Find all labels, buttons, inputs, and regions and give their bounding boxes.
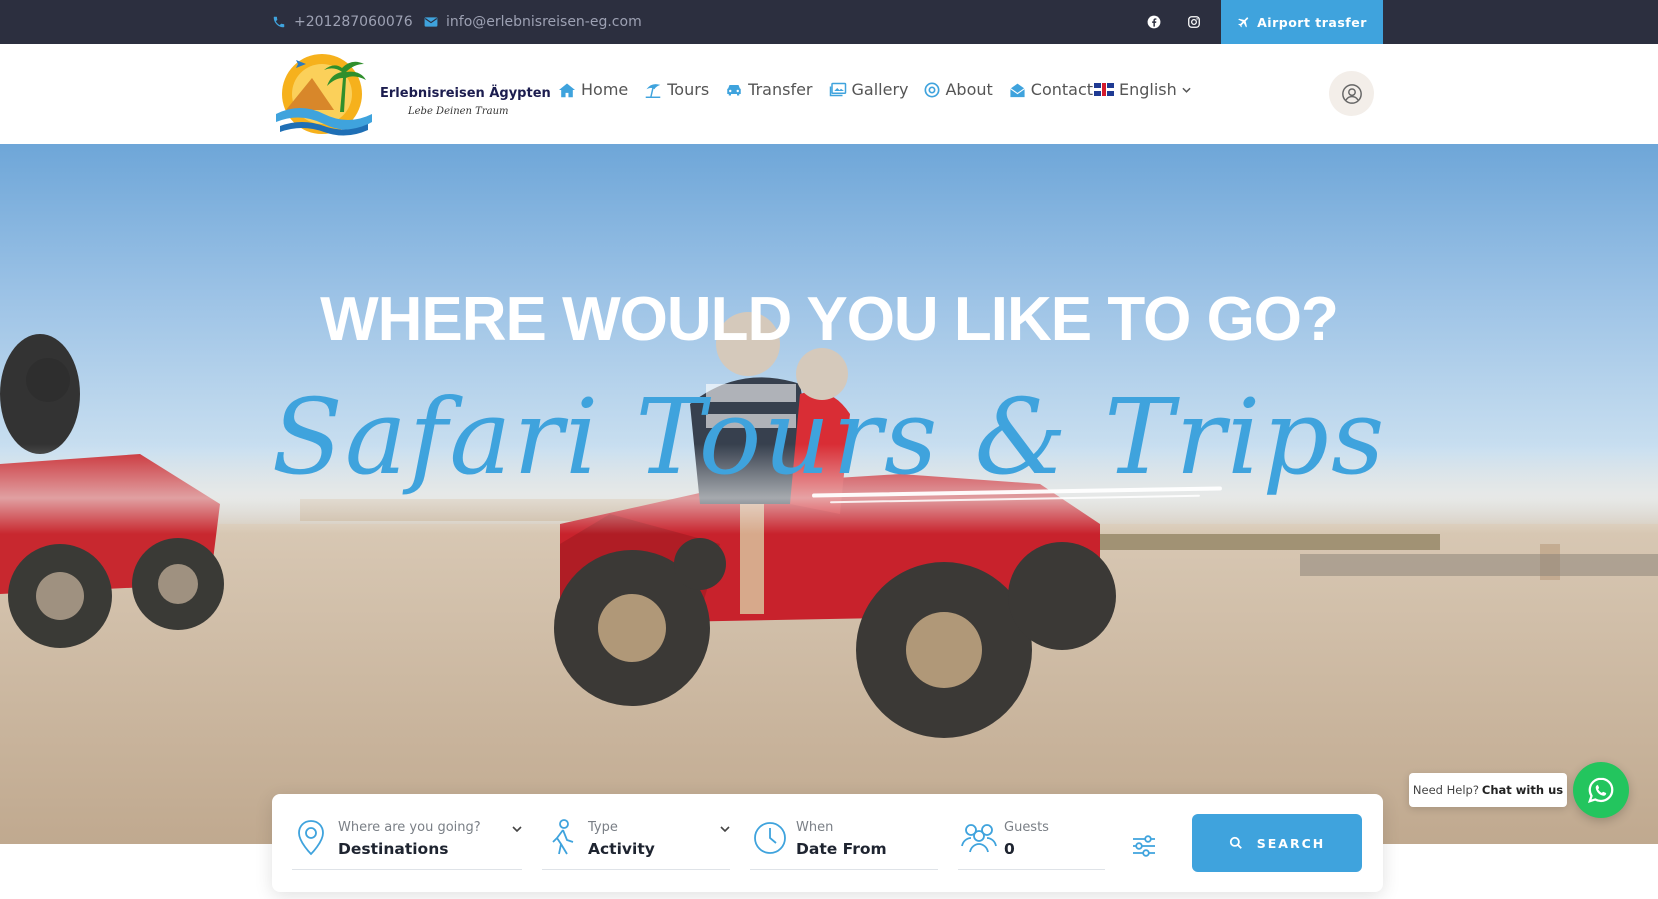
language-selector[interactable]: English (1094, 80, 1191, 99)
hero-banner: WHERE WOULD YOU LIKE TO GO? Safari Tours… (0, 144, 1658, 844)
hiker-icon (552, 819, 574, 855)
umbrella-icon (645, 83, 661, 98)
search-button-label: SEARCH (1256, 835, 1326, 851)
facebook-link[interactable] (1144, 12, 1164, 32)
nav-about[interactable]: About (924, 80, 993, 99)
logo-tagline: Lebe Deinen Traum (408, 106, 509, 117)
type-select[interactable]: Type Activity (542, 814, 730, 870)
whatsapp-icon (1587, 777, 1614, 804)
airport-transfer-button[interactable]: Airport trasfer (1221, 0, 1383, 44)
instagram-link[interactable] (1184, 12, 1204, 32)
nav-contact[interactable]: Contact (1009, 80, 1093, 99)
date-picker[interactable]: When Date From (750, 814, 938, 870)
logo-brand-text: Erlebnisreisen Ägypten (380, 86, 551, 101)
nav-transfer-label: Transfer (748, 80, 813, 99)
when-value: Date From (796, 840, 887, 858)
guests-field[interactable]: Guests 0 (958, 814, 1105, 870)
hero-script-title: Safari Tours & Trips (271, 376, 1387, 498)
guests-label: Guests (1004, 820, 1049, 835)
envelope-icon (424, 17, 438, 27)
advanced-filter-button[interactable] (1130, 832, 1158, 860)
user-account-button[interactable] (1329, 71, 1374, 116)
when-label: When (796, 820, 834, 835)
nav-tours-label: Tours (667, 80, 710, 99)
nav-home[interactable]: Home (558, 80, 628, 99)
email-link[interactable]: info@erlebnisreisen-eg.com (424, 12, 642, 32)
nav-about-label: About (945, 80, 993, 99)
nav-gallery[interactable]: Gallery (829, 80, 909, 99)
email-address: info@erlebnisreisen-eg.com (446, 14, 642, 30)
plane-icon (1238, 17, 1249, 28)
info-circle-icon (924, 82, 940, 97)
users-icon (961, 824, 997, 853)
nav-home-label: Home (581, 80, 629, 99)
type-label: Type (588, 820, 618, 835)
search-icon (1229, 836, 1242, 849)
nav-transfer[interactable]: Transfer (725, 80, 813, 99)
destination-select[interactable]: Where are you going? Destinations (292, 814, 522, 870)
user-icon (1341, 83, 1362, 104)
site-logo[interactable]: Erlebnisreisen Ägypten Lebe Deinen Traum (272, 50, 551, 138)
gallery-icon (829, 82, 846, 97)
chevron-down-icon (720, 826, 730, 832)
destination-value: Destinations (338, 840, 449, 858)
airport-transfer-label: Airport trasfer (1257, 14, 1367, 30)
main-header: Erlebnisreisen Ägypten Lebe Deinen Traum… (0, 44, 1658, 144)
location-pin-icon (298, 820, 324, 856)
chat-with-us-text: Chat with us (1481, 783, 1564, 797)
nav-gallery-label: Gallery (851, 80, 909, 99)
chevron-down-icon (512, 826, 522, 832)
type-value: Activity (588, 840, 655, 858)
instagram-icon (1188, 16, 1200, 28)
facebook-icon (1147, 15, 1161, 29)
search-button[interactable]: SEARCH (1192, 814, 1362, 872)
car-icon (727, 85, 741, 96)
main-nav: Home Tours Transfer Gallery About Contac… (558, 80, 1109, 99)
home-icon (559, 82, 575, 97)
envelope-open-icon (1009, 83, 1025, 97)
search-form: Where are you going? Destinations Type A… (272, 794, 1383, 892)
uk-flag-icon (1094, 83, 1114, 96)
phone-number: +201287060076 (294, 14, 413, 30)
whatsapp-button[interactable] (1573, 762, 1629, 818)
chevron-down-icon (1182, 87, 1191, 93)
whatsapp-help-bubble[interactable]: Need Help? Chat with us (1409, 773, 1567, 807)
logo-emblem (276, 54, 372, 136)
hero-title: WHERE WOULD YOU LIKE TO GO? (320, 285, 1339, 354)
nav-tours[interactable]: Tours (644, 80, 709, 99)
guests-value: 0 (1004, 840, 1015, 858)
nav-contact-label: Contact (1030, 80, 1094, 99)
sliders-icon (1133, 835, 1155, 857)
language-label: English (1119, 80, 1177, 99)
destination-label: Where are you going? (338, 820, 481, 835)
phone-icon (273, 16, 285, 28)
need-help-text: Need Help? (1412, 783, 1479, 797)
clock-icon (754, 822, 786, 854)
phone-link[interactable]: +201287060076 (272, 12, 413, 32)
top-bar: +201287060076 info@erlebnisreisen-eg.com… (0, 0, 1658, 44)
